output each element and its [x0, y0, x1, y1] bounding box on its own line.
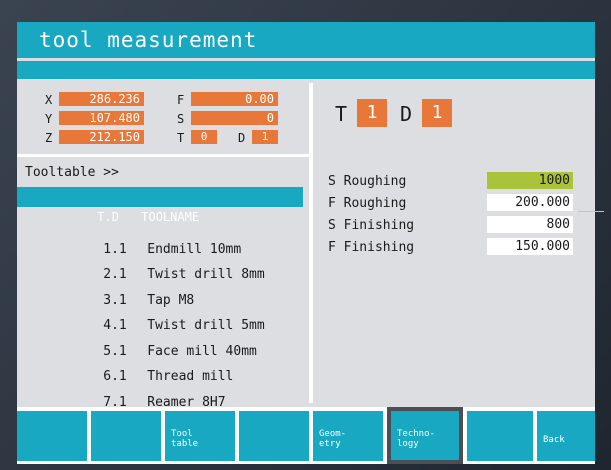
- table-row[interactable]: 5.1 Face mill 40mm: [17, 313, 303, 359]
- table-row[interactable]: 6.1 Thread mill: [17, 339, 303, 384]
- tool-t-label: T: [177, 131, 185, 145]
- status-bar: [17, 61, 595, 79]
- spindle-label: S: [177, 112, 185, 126]
- cnc-panel: tool measurement X 286.236 Y 107.480 Z 2…: [17, 22, 595, 464]
- left-column: X 286.236 Y 107.480 Z 212.150 F 0.00 S 0…: [17, 83, 309, 410]
- page-title: tool measurement: [39, 28, 258, 52]
- softkey-tool-table[interactable]: Tool table: [165, 411, 235, 461]
- y-axis-label: Y: [45, 112, 53, 126]
- divider: [578, 211, 604, 212]
- table-row[interactable]: 7.1 Reamer 8H7: [17, 364, 303, 410]
- x-axis-value: 286.236: [59, 92, 144, 106]
- softkey-back[interactable]: Back: [537, 411, 595, 461]
- softkey-7[interactable]: [467, 411, 533, 461]
- softkey-technology[interactable]: Techno- logy: [387, 407, 463, 464]
- feed-value: 0.00: [191, 92, 278, 106]
- title-bar: tool measurement: [17, 22, 595, 58]
- softkey-4[interactable]: [239, 411, 309, 461]
- feed-label: F: [177, 93, 185, 107]
- divider: [17, 154, 309, 157]
- table-row[interactable]: 4.1 Twist drill 5mm: [17, 288, 303, 333]
- softkey-2[interactable]: [91, 411, 161, 461]
- softkey-bar: Tool table Geom- etry Techno- logy Back: [17, 407, 595, 464]
- tool-t-value: 0: [191, 130, 217, 144]
- spindle-value: 0: [191, 111, 278, 125]
- x-axis-label: X: [45, 93, 53, 107]
- z-axis-label: Z: [45, 131, 53, 145]
- f-finishing-field[interactable]: 150.000: [487, 238, 573, 255]
- y-axis-value: 107.480: [59, 111, 144, 125]
- s-finishing-label: S Finishing: [328, 218, 415, 233]
- softkey-1[interactable]: [17, 411, 87, 461]
- tool-d-label: D: [238, 131, 246, 145]
- z-axis-value: 212.150: [59, 130, 144, 144]
- f-roughing-label: F Roughing: [328, 196, 407, 211]
- s-roughing-field[interactable]: 1000: [487, 172, 573, 189]
- table-header-row[interactable]: T.D TOOLNAME: [17, 187, 303, 224]
- current-tool-t-label: T: [335, 102, 348, 126]
- current-tool-d-label: D: [400, 102, 413, 126]
- tool-d-value: 1: [252, 130, 278, 144]
- tool-table: T.D TOOLNAME 1.1 Endmill 10mm 2.1 Twist dri…: [17, 187, 303, 410]
- softkey-geometry[interactable]: Geom- etry: [313, 411, 383, 461]
- screen-background: tool measurement X 286.236 Y 107.480 Z 2…: [0, 0, 611, 470]
- current-tool-d-value: 1: [422, 99, 452, 127]
- f-roughing-field[interactable]: 200.000: [487, 194, 573, 211]
- f-finishing-label: F Finishing: [328, 240, 415, 255]
- s-finishing-field[interactable]: 800: [487, 216, 573, 233]
- current-tool-t-value: 1: [357, 99, 387, 127]
- table-row[interactable]: 1.1 Endmill 10mm: [17, 211, 303, 257]
- s-roughing-label: S Roughing: [328, 174, 407, 189]
- table-row[interactable]: 2.1 Twist drill 8mm: [17, 237, 303, 282]
- table-row[interactable]: 3.1 Tap M8: [17, 262, 303, 308]
- tooltable-header[interactable]: Tooltable >>: [25, 165, 119, 180]
